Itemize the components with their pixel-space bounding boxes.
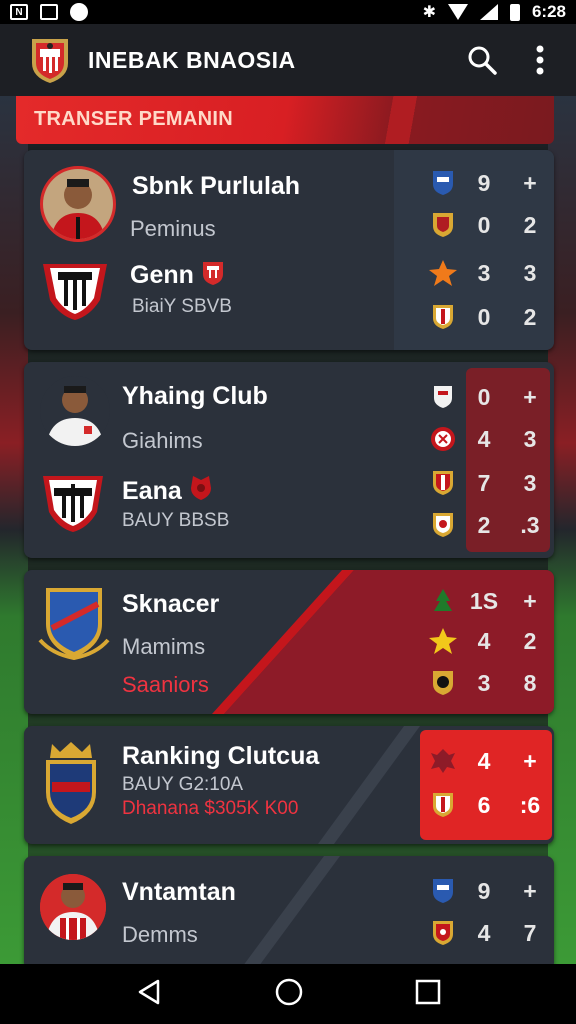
more-vertical-icon — [536, 45, 544, 75]
club-crest-icon — [38, 588, 110, 661]
club-crest-icon — [43, 476, 103, 532]
home-circle-icon — [275, 978, 303, 1005]
shield-gold-icon — [428, 210, 458, 240]
notification-circle-icon — [70, 3, 88, 21]
shield-blue-icon — [428, 168, 458, 198]
shield-white-icon — [428, 382, 458, 412]
app-bar: INEBAK BNAOSIA — [0, 24, 576, 96]
player-avatar — [40, 376, 110, 446]
club-badge-icon — [190, 476, 211, 500]
player-avatar — [40, 166, 116, 242]
player-position: Mamims — [122, 634, 206, 659]
tree-green-icon — [428, 586, 458, 616]
home-button[interactable] — [273, 976, 305, 1013]
player-avatar — [40, 874, 106, 940]
shield-gold-icon — [428, 510, 458, 540]
shield-red-icon — [428, 790, 458, 820]
overflow-menu-button[interactable] — [518, 38, 562, 82]
star-yellow-icon — [428, 626, 458, 656]
status-time: 6:28 — [531, 2, 566, 21]
player-position: Giahims — [122, 428, 203, 453]
shield-gold-icon — [428, 668, 458, 698]
card-tagline: Dhanana $305K K00 — [122, 798, 299, 819]
player-name: Vntamtan — [122, 878, 236, 906]
stat-row: 6:6 — [428, 790, 550, 820]
card-tagline: Saaniors — [122, 672, 209, 697]
shield-red-icon — [428, 468, 458, 498]
status-bar: N ✱ 6:28 — [0, 0, 576, 24]
search-button[interactable] — [460, 38, 504, 82]
stat-row: 33 — [428, 258, 550, 288]
stat-row: 9 + — [428, 876, 550, 906]
section-banner: TRANSER PEMANIN — [16, 96, 554, 144]
badge-red-icon — [428, 424, 458, 454]
club-crest-icon — [43, 264, 107, 320]
club-subtitle: BAUY BBSB — [122, 510, 230, 531]
back-button[interactable] — [134, 977, 164, 1012]
shield-blue-icon — [428, 876, 458, 906]
stat-row: 42 — [428, 626, 550, 656]
club-crest-icon — [46, 742, 96, 824]
recents-square-icon — [415, 979, 440, 1004]
eagle-red-icon — [428, 746, 458, 776]
player-position: Peminus — [130, 216, 216, 241]
player-name: Sbnk Purlulah — [132, 172, 301, 200]
stat-row: 38 — [428, 668, 550, 698]
stat-row: 1S + — [428, 586, 550, 616]
club-title: Yhaing Club — [122, 382, 268, 410]
club-badge-icon — [202, 262, 223, 285]
stat-row: 4 + — [428, 746, 550, 776]
stat-row: 43 — [428, 424, 550, 454]
club-name: Genn — [130, 260, 225, 290]
notification-n-icon: N — [10, 4, 28, 20]
search-icon — [468, 46, 497, 75]
player-position: Demms — [122, 922, 198, 947]
transfer-card[interactable]: Sknacer Mamims Saaniors 1S + 42 38 — [24, 570, 554, 714]
bluetooth-icon: ✱ — [422, 4, 436, 21]
stat-row: 2.3 — [428, 510, 550, 540]
star-orange-icon — [428, 258, 458, 288]
stat-row: 02 — [428, 302, 550, 332]
app-logo-icon — [32, 39, 68, 83]
club-title: Ranking Clutcua — [122, 742, 320, 770]
back-triangle-icon — [139, 979, 160, 1004]
wifi-icon — [447, 4, 468, 20]
transfer-card[interactable]: Yhaing Club Giahims Eana BAUY BBSB 0 + 43… — [24, 362, 554, 558]
shield-red-icon — [428, 918, 458, 948]
card-subtitle: BAUY G2:10A — [122, 774, 244, 795]
app-title: INEBAK BNAOSIA — [88, 46, 296, 73]
stat-row: 02 — [428, 210, 550, 240]
signal-icon — [479, 4, 498, 20]
shield-red-icon — [428, 302, 458, 332]
club-name: Eana — [122, 474, 213, 506]
transfer-card[interactable]: Sbnk Purlulah Peminus Genn BiaiY SBVB 9 +… — [24, 150, 554, 350]
stat-row: 9 + — [428, 168, 550, 198]
system-nav-bar — [0, 964, 576, 1024]
recents-button[interactable] — [414, 978, 442, 1011]
notification-square-icon — [40, 4, 58, 20]
section-title: TRANSER PEMANIN — [34, 108, 233, 130]
battery-icon — [509, 3, 520, 21]
stat-row: 47 — [428, 918, 550, 948]
club-title: Sknacer — [122, 590, 220, 618]
club-subtitle: BiaiY SBVB — [132, 296, 232, 317]
transfer-card[interactable]: Ranking Clutcua BAUY G2:10A Dhanana $305… — [24, 726, 554, 844]
transfer-card[interactable]: Vntamtan Demms 9 + 47 — [24, 856, 554, 970]
stat-row: 0 + — [428, 382, 550, 412]
stat-row: 73 — [428, 468, 550, 498]
